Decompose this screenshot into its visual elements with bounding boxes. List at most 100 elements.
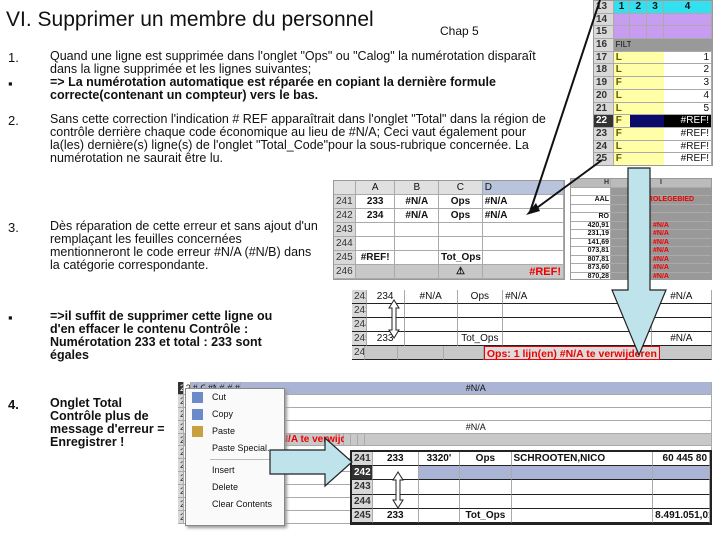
cell[interactable] — [511, 466, 654, 481]
cell[interactable] — [357, 433, 365, 447]
cell[interactable] — [503, 304, 652, 318]
cell[interactable]: 4 — [663, 1, 712, 14]
cell[interactable]: 231,19 — [571, 230, 611, 239]
cell[interactable] — [647, 102, 664, 116]
cell[interactable] — [482, 237, 564, 251]
cell[interactable]: F — [613, 115, 631, 128]
cell[interactable] — [651, 318, 712, 332]
row-header[interactable]: 241 — [352, 452, 374, 467]
row-header[interactable]: 23 — [594, 127, 614, 141]
row-header[interactable]: 244 — [334, 237, 356, 251]
cell[interactable]: 233 — [373, 508, 419, 523]
cell[interactable]: L — [613, 102, 631, 116]
cell[interactable] — [373, 480, 419, 495]
cell[interactable] — [366, 318, 405, 332]
cell[interactable] — [647, 26, 664, 40]
cell[interactable] — [439, 237, 483, 251]
cell[interactable] — [343, 433, 352, 447]
cell[interactable] — [418, 480, 461, 495]
cell[interactable] — [404, 304, 458, 318]
row-header[interactable]: 246 — [334, 265, 356, 279]
cell[interactable] — [418, 466, 461, 481]
cell[interactable]: C — [439, 181, 483, 195]
cell[interactable]: #N/A — [611, 221, 711, 230]
row-header[interactable]: 21 — [594, 102, 614, 116]
row-header[interactable]: 18 — [594, 64, 614, 78]
cell[interactable] — [630, 39, 648, 52]
cell[interactable]: #N/A — [611, 264, 711, 273]
cell[interactable] — [664, 39, 712, 52]
cell[interactable]: #REF! — [663, 127, 712, 141]
menu-item-clear-contents[interactable]: Clear Contents — [186, 496, 284, 513]
cell[interactable] — [659, 346, 712, 360]
cell[interactable] — [613, 26, 631, 40]
cell[interactable] — [482, 223, 564, 237]
cell[interactable] — [511, 494, 654, 509]
row-header[interactable]: 243 — [334, 223, 356, 237]
cell[interactable] — [630, 115, 648, 128]
cell[interactable]: #N/A — [503, 290, 652, 304]
cell[interactable] — [647, 89, 664, 103]
cell[interactable] — [630, 127, 648, 141]
cell[interactable] — [647, 140, 664, 154]
cell[interactable] — [630, 153, 648, 165]
cell[interactable] — [457, 304, 504, 318]
cell[interactable] — [373, 494, 419, 509]
menu-item-cut[interactable]: Cut — [186, 389, 284, 406]
cell[interactable]: 3 — [663, 77, 712, 90]
row-header[interactable]: 13 — [594, 1, 614, 14]
cell[interactable]: B — [395, 181, 440, 195]
cell[interactable] — [460, 480, 512, 495]
row-header[interactable]: 244 — [352, 318, 367, 332]
row-header[interactable]: 246 — [352, 346, 366, 360]
cell[interactable] — [663, 13, 712, 27]
row-header[interactable]: 15 — [594, 26, 614, 40]
cell[interactable]: #N/A — [395, 195, 440, 209]
cell[interactable]: #N/A — [240, 420, 712, 434]
cell[interactable]: #N/A — [482, 209, 564, 223]
cell[interactable]: CONTROLEGEBIED — [611, 196, 711, 205]
cell[interactable] — [395, 265, 440, 279]
cell[interactable]: 873,60 — [571, 264, 611, 273]
cell[interactable] — [653, 466, 710, 481]
cell[interactable] — [398, 346, 445, 360]
cell[interactable] — [240, 407, 712, 421]
cell[interactable]: 4 — [663, 89, 712, 103]
cell[interactable]: L — [613, 51, 631, 65]
cell[interactable] — [444, 346, 484, 360]
cell[interactable] — [630, 89, 648, 103]
cell[interactable] — [611, 204, 711, 213]
cell[interactable] — [395, 223, 440, 237]
row-header[interactable]: 243 — [352, 304, 367, 318]
cell[interactable]: 233 — [373, 452, 419, 467]
cell[interactable] — [571, 187, 611, 196]
row-header[interactable]: 25 — [594, 153, 614, 165]
cell[interactable]: 807,81 — [571, 255, 611, 264]
menu-item-delete[interactable]: Delete — [186, 479, 284, 496]
cell[interactable]: 5 — [663, 102, 712, 116]
cell[interactable]: D — [482, 181, 564, 195]
cell[interactable] — [482, 251, 564, 265]
cell[interactable]: #N/A — [611, 230, 711, 239]
cell[interactable] — [647, 153, 664, 165]
cell[interactable] — [647, 115, 664, 128]
cell[interactable]: 60 445 80 — [653, 452, 710, 467]
cell[interactable] — [647, 13, 664, 27]
row-header[interactable]: 244 — [352, 494, 374, 509]
cell[interactable]: #N/A — [611, 272, 711, 279]
cell[interactable]: AAL — [571, 196, 611, 205]
row-header[interactable]: 16 — [594, 39, 614, 52]
cell[interactable]: 073,81 — [571, 247, 611, 256]
cell[interactable]: #REF! — [482, 265, 564, 279]
cell[interactable] — [511, 508, 654, 523]
cell[interactable] — [404, 318, 458, 332]
row-header[interactable]: 245 — [352, 332, 367, 346]
row-header[interactable]: 242 — [352, 290, 367, 304]
cell[interactable]: I — [611, 179, 711, 188]
cell[interactable]: 3320' — [418, 452, 461, 467]
cell[interactable]: 233 — [355, 195, 396, 209]
row-header[interactable]: 24 — [594, 140, 614, 154]
cell[interactable] — [647, 64, 664, 78]
cell[interactable]: Tot_Ops — [460, 508, 512, 523]
row-header[interactable] — [334, 181, 356, 195]
